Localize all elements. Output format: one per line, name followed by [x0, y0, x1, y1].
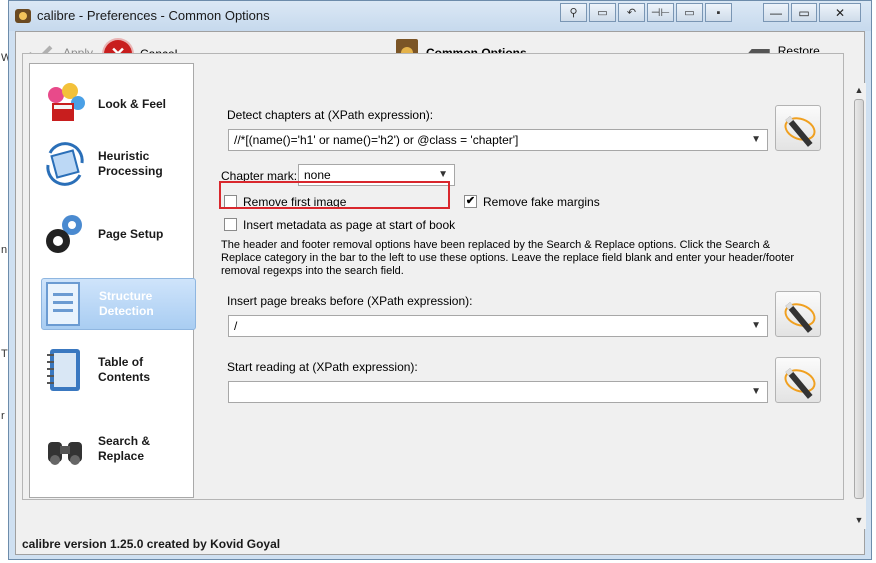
sidebar-item-label: Search & Replace [98, 434, 151, 463]
vertical-scrollbar[interactable]: ▲ ▼ [852, 83, 866, 529]
close-button[interactable]: ✕ [819, 3, 861, 22]
bg-fragment: r [1, 410, 5, 422]
titlebar-tool-button[interactable]: ▭ [589, 3, 616, 22]
wizard-button[interactable] [775, 105, 821, 151]
notebook-icon [42, 347, 88, 393]
minimize-button[interactable]: — [763, 3, 789, 22]
sidebar-item-page-setup[interactable]: Page Setup [30, 208, 193, 260]
title-bar[interactable]: calibre - Preferences - Common Options ⚲… [9, 1, 871, 31]
remove-fake-margins-checkbox[interactable]: ✔ [464, 195, 477, 208]
sidebar-item-label: Look & Feel [98, 96, 167, 111]
titlebar-tools: ⚲ ▭ ↶ ⊣⊢ ▭ ▪ [560, 3, 734, 23]
titlebar-tool-button[interactable]: ▭ [676, 3, 703, 22]
titlebar-tool-button[interactable]: ↶ [618, 3, 645, 22]
window-controls: — ▭ ✕ [763, 3, 863, 23]
category-sidebar: Look & Feel Heuristic Processing Page Se… [29, 63, 196, 498]
scroll-thumb[interactable] [854, 99, 864, 499]
chevron-down-icon: ▼ [751, 134, 761, 145]
insert-metadata-checkbox[interactable] [224, 218, 237, 231]
sidebar-item-structure-detection[interactable]: Structure Detection [41, 278, 196, 330]
gear-icon [42, 211, 88, 257]
document-icon [43, 281, 89, 327]
notice-text: The header and footer removal options ha… [221, 239, 794, 277]
page-breaks-label: Insert page breaks before (XPath express… [227, 294, 473, 308]
titlebar-tool-button[interactable]: ⚲ [560, 3, 587, 22]
preferences-window: calibre - Preferences - Common Options ⚲… [8, 0, 872, 560]
bg-fragment: T [1, 348, 8, 360]
paint-bucket-icon [42, 81, 88, 127]
insert-metadata-label: Insert metadata as page at start of book [243, 218, 456, 232]
page-breaks-value: / [234, 319, 238, 333]
sidebar-item-label: Table of Contents [98, 355, 150, 384]
detect-chapters-value: //*[(name()='h1' or name()='h2') or @cla… [234, 133, 519, 147]
page-breaks-combo[interactable]: / ▼ [228, 315, 768, 337]
highlight-box [219, 181, 450, 209]
sidebar-item-table-of-contents[interactable]: Table of Contents [30, 344, 193, 396]
wizard-button[interactable] [775, 357, 821, 403]
sidebar-item-look-feel[interactable]: Look & Feel [30, 78, 193, 130]
maximize-button[interactable]: ▭ [791, 3, 817, 22]
scroll-down-icon[interactable]: ▼ [852, 513, 866, 527]
remove-fake-margins-label: Remove fake margins [483, 195, 600, 209]
bg-fragment: n [1, 244, 8, 256]
start-reading-label: Start reading at (XPath expression): [227, 360, 418, 374]
sidebar-item-label: Structure Detection [99, 289, 154, 318]
chevron-down-icon: ▼ [751, 320, 761, 331]
titlebar-tool-button[interactable]: ▪ [705, 3, 732, 22]
heuristic-icon [42, 141, 88, 187]
sidebar-item-heuristic-processing[interactable]: Heuristic Processing [30, 138, 193, 190]
detect-chapters-combo[interactable]: //*[(name()='h1' or name()='h2') or @cla… [228, 129, 768, 151]
sidebar-item-label: Page Setup [98, 226, 164, 241]
scroll-up-icon[interactable]: ▲ [852, 83, 866, 97]
wizard-button[interactable] [775, 291, 821, 337]
sidebar-item-search-replace[interactable]: Search & Replace [30, 414, 193, 484]
status-bar: calibre version 1.25.0 created by Kovid … [22, 537, 281, 551]
calibre-app-icon [15, 9, 31, 23]
titlebar-tool-button[interactable]: ⊣⊢ [647, 3, 674, 22]
window-title: calibre - Preferences - Common Options [37, 8, 270, 23]
binoculars-icon [42, 426, 88, 472]
start-reading-combo[interactable]: ▼ [228, 381, 768, 403]
chapter-mark-value: none [304, 168, 331, 182]
detect-chapters-label: Detect chapters at (XPath expression): [227, 108, 434, 122]
chevron-down-icon: ▼ [751, 386, 761, 397]
sidebar-item-label: Heuristic Processing [98, 149, 163, 178]
